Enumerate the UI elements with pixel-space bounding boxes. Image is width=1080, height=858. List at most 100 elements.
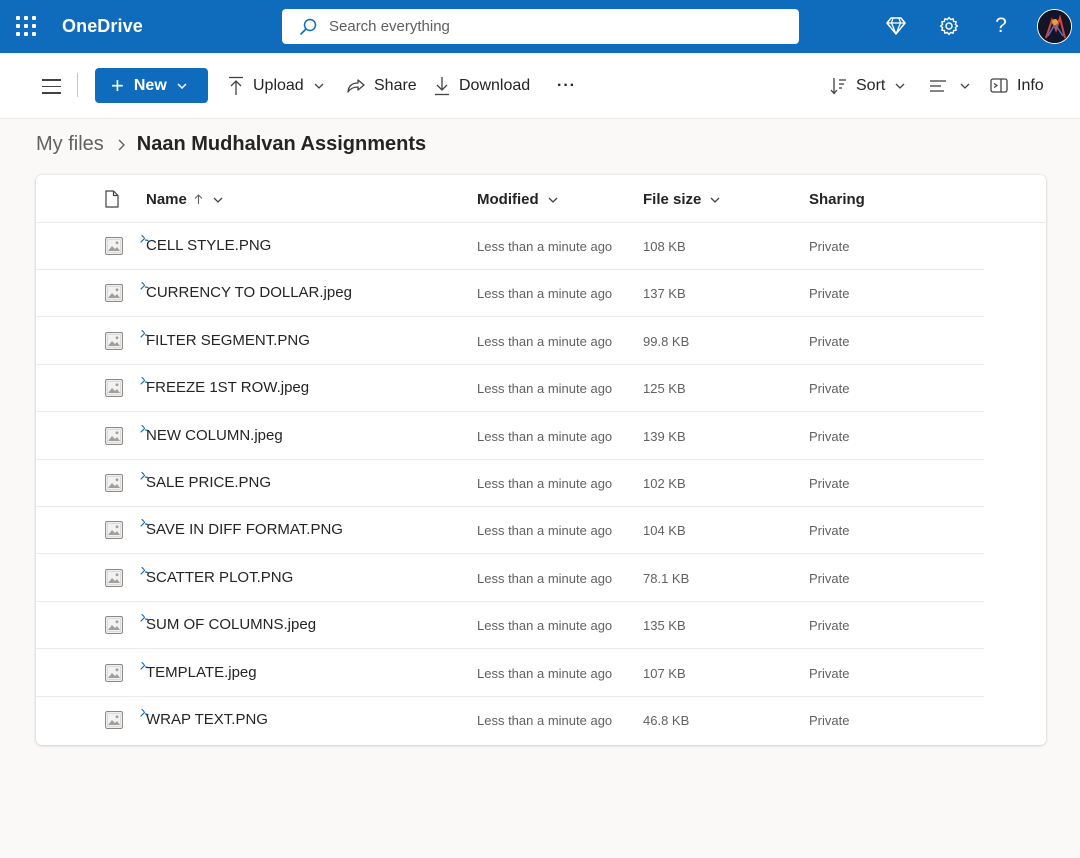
column-header-sharing[interactable]: Sharing — [809, 191, 865, 208]
share-label: Share — [374, 76, 417, 94]
image-file-icon — [105, 331, 123, 350]
arrow-up-icon — [194, 194, 203, 204]
help-icon[interactable]: ? — [989, 14, 1013, 38]
file-row[interactable]: FILTER SEGMENT.PNG Less than a minute ago… — [36, 318, 984, 365]
column-modified-label: Modified — [477, 191, 539, 208]
file-modified: Less than a minute ago — [477, 476, 613, 491]
info-label: Info — [1017, 76, 1044, 94]
upload-icon — [229, 76, 243, 95]
sort-icon — [830, 77, 846, 94]
file-name[interactable]: SCATTER PLOT.PNG — [146, 569, 293, 586]
waffle-icon[interactable] — [16, 16, 36, 36]
chevron-down-icon — [213, 197, 223, 203]
file-list: Name Modified File size Sharing CELL STY… — [36, 175, 1046, 745]
file-name[interactable]: CURRENCY TO DOLLAR.jpeg — [146, 284, 352, 301]
view-options-button[interactable] — [929, 68, 970, 103]
sort-button[interactable]: Sort — [830, 68, 905, 103]
search-input[interactable] — [329, 9, 779, 44]
file-modified: Less than a minute ago — [477, 713, 613, 728]
file-row[interactable]: NEW COLUMN.jpeg Less than a minute ago 139… — [36, 413, 984, 460]
file-row[interactable]: FREEZE 1ST ROW.jpeg Less than a minute ag… — [36, 365, 984, 413]
new-button-label: New — [133, 76, 167, 94]
breadcrumb-parent[interactable]: My files — [36, 133, 104, 156]
breadcrumb-current: Naan Mudhalvan Assignments — [136, 133, 427, 155]
upload-button[interactable]: Upload — [228, 68, 324, 103]
file-row[interactable]: CELL STYLE.PNG Less than a minute ago 108 … — [36, 223, 984, 270]
file-sharing: Private — [809, 618, 850, 634]
download-label: Download — [459, 76, 531, 94]
file-name[interactable]: SAVE IN DIFF FORMAT.PNG — [146, 521, 343, 538]
file-name[interactable]: FREEZE 1ST ROW.jpeg — [146, 379, 309, 396]
hamburger-menu-icon[interactable] — [42, 79, 61, 99]
info-button[interactable]: Info — [990, 68, 1044, 103]
file-size: 137 KB — [643, 286, 686, 302]
diamond-icon[interactable] — [884, 14, 908, 38]
file-sharing: Private — [809, 286, 850, 302]
file-name[interactable]: SUM OF COLUMNS.jpeg — [146, 616, 316, 633]
app-brand[interactable]: OneDrive — [62, 16, 143, 37]
file-modified: Less than a minute ago — [477, 665, 613, 681]
more-options-button[interactable]: ··· — [557, 68, 576, 103]
list-header: Name Modified File size Sharing — [36, 175, 1046, 223]
column-header-name[interactable]: Name — [146, 191, 223, 208]
image-file-icon — [105, 711, 123, 729]
file-size: 135 KB — [643, 618, 686, 634]
image-file-icon — [105, 379, 123, 398]
file-name[interactable]: FILTER SEGMENT.PNG — [146, 332, 310, 349]
file-sharing: Private — [809, 476, 850, 491]
column-header-modified[interactable]: Modified — [477, 191, 558, 208]
file-modified: Less than a minute ago — [477, 239, 613, 254]
image-file-icon — [105, 568, 123, 587]
image-file-icon — [105, 237, 123, 255]
top-bar: OneDrive ? — [0, 0, 1080, 53]
file-size: 99.8 KB — [643, 333, 690, 349]
image-file-icon — [105, 474, 123, 492]
file-row[interactable]: CURRENCY TO DOLLAR.jpeg Less than a minut… — [36, 270, 984, 318]
plus-icon: + — [111, 72, 124, 98]
file-size: 78.1 KB — [643, 570, 690, 586]
file-name[interactable]: SALE PRICE.PNG — [146, 474, 271, 491]
file-size: 139 KB — [643, 428, 686, 444]
image-file-icon — [105, 663, 123, 682]
chevron-down-icon — [895, 83, 905, 89]
file-sharing: Private — [809, 523, 850, 539]
file-row[interactable]: SCATTER PLOT.PNG Less than a minute ago 78… — [36, 555, 984, 602]
upload-label: Upload — [253, 76, 304, 94]
image-file-icon — [105, 521, 123, 540]
new-button[interactable]: + New — [95, 68, 208, 103]
chevron-down-icon — [177, 82, 187, 89]
file-name[interactable]: WRAP TEXT.PNG — [146, 711, 268, 728]
file-name[interactable]: CELL STYLE.PNG — [146, 237, 271, 254]
file-name[interactable]: NEW COLUMN.jpeg — [146, 427, 283, 444]
file-row[interactable]: SUM OF COLUMNS.jpeg Less than a minute ag… — [36, 602, 984, 650]
share-button[interactable]: Share — [347, 68, 417, 103]
file-sharing: Private — [809, 381, 850, 397]
avatar[interactable] — [1037, 9, 1072, 44]
file-row[interactable]: SAVE IN DIFF FORMAT.PNG Less than a minut… — [36, 507, 984, 555]
column-header-file-size[interactable]: File size — [643, 191, 720, 208]
file-row[interactable]: TEMPLATE.jpeg Less than a minute ago 107 K… — [36, 650, 984, 697]
gear-icon[interactable] — [937, 14, 961, 38]
file-modified: Less than a minute ago — [477, 618, 613, 634]
file-type-icon[interactable] — [105, 190, 119, 208]
file-size: 125 KB — [643, 381, 686, 397]
command-bar: + New Upload Share Download ··· Sort Inf… — [0, 53, 1080, 119]
image-file-icon — [105, 284, 123, 303]
file-modified: Less than a minute ago — [477, 286, 613, 302]
download-button[interactable]: Download — [434, 68, 530, 103]
file-size: 107 KB — [643, 665, 686, 681]
file-row[interactable]: SALE PRICE.PNG Less than a minute ago 102 … — [36, 460, 984, 507]
search-box[interactable] — [282, 9, 799, 44]
file-name[interactable]: TEMPLATE.jpeg — [146, 664, 257, 681]
file-row[interactable]: WRAP TEXT.PNG Less than a minute ago 46.8 … — [36, 697, 984, 744]
view-list-icon — [930, 79, 946, 92]
file-sharing: Private — [809, 239, 850, 254]
chevron-down-icon — [710, 197, 720, 203]
file-size: 104 KB — [643, 523, 686, 539]
file-sharing: Private — [809, 333, 850, 349]
search-icon — [300, 18, 317, 35]
chevron-right-icon — [118, 139, 125, 151]
image-file-icon — [105, 616, 123, 635]
share-icon — [347, 78, 365, 93]
info-panel-icon — [990, 78, 1008, 93]
